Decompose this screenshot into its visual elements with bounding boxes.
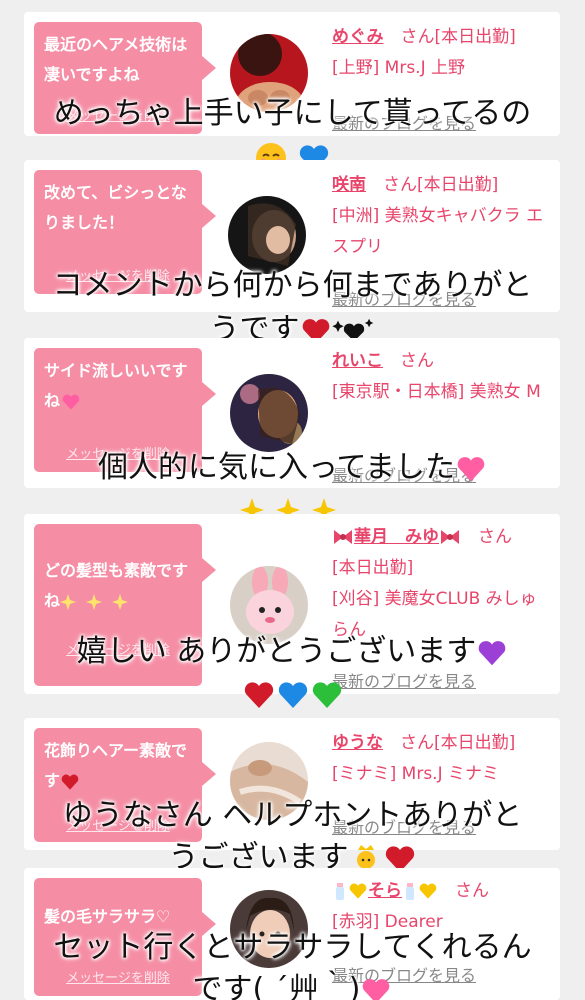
- honorific: さん: [400, 351, 434, 371]
- green-heart-icon: [312, 681, 341, 708]
- yellow-heart-icon: [419, 883, 437, 899]
- red-heart-icon: [61, 774, 79, 790]
- cast-name-link[interactable]: めぐみ: [332, 27, 384, 47]
- shop-name: [上野] Mrs.J 上野: [332, 58, 466, 78]
- emoji-line: [0, 674, 585, 714]
- cast-info: れいこ さん [東京駅・日本橋] 美熟女 M 最新のブログを見る: [332, 346, 552, 485]
- honorific: さん: [478, 527, 512, 547]
- honorific: さん: [383, 175, 417, 195]
- caption: 嬉しい ありがとうございます: [0, 632, 585, 672]
- sparkles-icon: [60, 593, 129, 610]
- caption-line-2: です( ´艸｀): [0, 970, 585, 1000]
- red-heart-icon: [244, 681, 273, 708]
- caption: コメントから何から何までありがと: [52, 268, 533, 303]
- caption: ゆうなさん ヘルプホントありがと: [0, 796, 585, 836]
- caption-text: です( ´艸｀): [192, 972, 361, 1000]
- caption: セット行くとサラサラしてくれるん: [0, 928, 585, 968]
- ribbon-icon: [441, 530, 459, 544]
- ribbon-icon: [334, 530, 352, 544]
- pink-heart-icon: [363, 978, 390, 1000]
- cast-name-link[interactable]: ゆうな: [332, 733, 383, 753]
- purple-heart-icon: [478, 640, 506, 665]
- caption-text: セット行くとサラサラしてくれるん: [53, 930, 532, 965]
- caption: めっちゃ上手い子にして貰ってるの: [53, 96, 532, 131]
- avatar[interactable]: [230, 374, 308, 452]
- message-text: 最近のヘアメ技術は凄いですよね: [44, 35, 188, 84]
- yellow-heart-icon: [349, 883, 367, 899]
- shop-name: [東京駅・日本橋] 美熟女 M: [332, 382, 541, 402]
- cast-info: めぐみ さん[本日出勤] [上野] Mrs.J 上野 最新のブログを見る: [332, 22, 552, 133]
- shop-name: [ミナミ] Mrs.J ミナミ: [332, 764, 500, 784]
- message-text: サイド流しいいですね: [44, 361, 188, 410]
- status-badge: [本日出勤]: [332, 558, 414, 578]
- cast-name-link[interactable]: れいこ: [332, 351, 383, 371]
- caption: 個人的に気に入ってました: [0, 448, 585, 488]
- message-text: 花飾りヘアー素敵です: [44, 741, 188, 790]
- honorific: さん: [400, 27, 435, 47]
- pink-heart-icon: [62, 394, 80, 410]
- pink-heart-icon: [457, 456, 485, 481]
- cast-name-link[interactable]: 咲南: [332, 175, 366, 195]
- shop-name: [中洲] 美熟女キャバクラ エスプリ: [332, 206, 544, 257]
- cast-info: ゆうな さん[本日出勤] [ミナミ] Mrs.J ミナミ 最新のブログを見る: [332, 728, 552, 837]
- status-badge: [本日出勤]: [434, 27, 516, 47]
- honorific: さん: [455, 881, 489, 901]
- avatar[interactable]: [228, 196, 306, 274]
- status-badge: [本日出勤]: [434, 733, 516, 753]
- message-text: どの髪型も素敵ですね: [44, 561, 189, 610]
- honorific: さん: [400, 733, 434, 753]
- message-text: 改めて、ビシっとなりました！: [44, 183, 187, 232]
- baby-bottle-icon: [406, 883, 414, 900]
- blue-heart-icon: [278, 681, 307, 708]
- caption-text: 個人的に気に入ってました: [98, 450, 455, 485]
- cast-name-link[interactable]: 華月 みゆ: [354, 527, 439, 547]
- caption-text: 嬉しい ありがとうございます: [76, 634, 477, 669]
- caption-text: ゆうなさん ヘルプホントありがと: [62, 798, 523, 833]
- blog-message-feed: 最近のヘアメ技術は凄いですよね メッセージを削除 めぐみ さん[本日出勤] [上…: [0, 0, 585, 1000]
- cast-info: 華月 みゆ さん [本日出勤] [刈谷] 美魔女CLUB みしゅらん 最新のブロ…: [332, 522, 552, 691]
- baby-bottle-icon: [336, 883, 344, 900]
- status-badge: [本日出勤]: [417, 175, 499, 195]
- cast-name-link[interactable]: そら: [368, 881, 402, 901]
- cast-info: 咲南 さん[本日出勤] [中洲] 美熟女キャバクラ エスプリ 最新のブログを見る: [332, 170, 552, 309]
